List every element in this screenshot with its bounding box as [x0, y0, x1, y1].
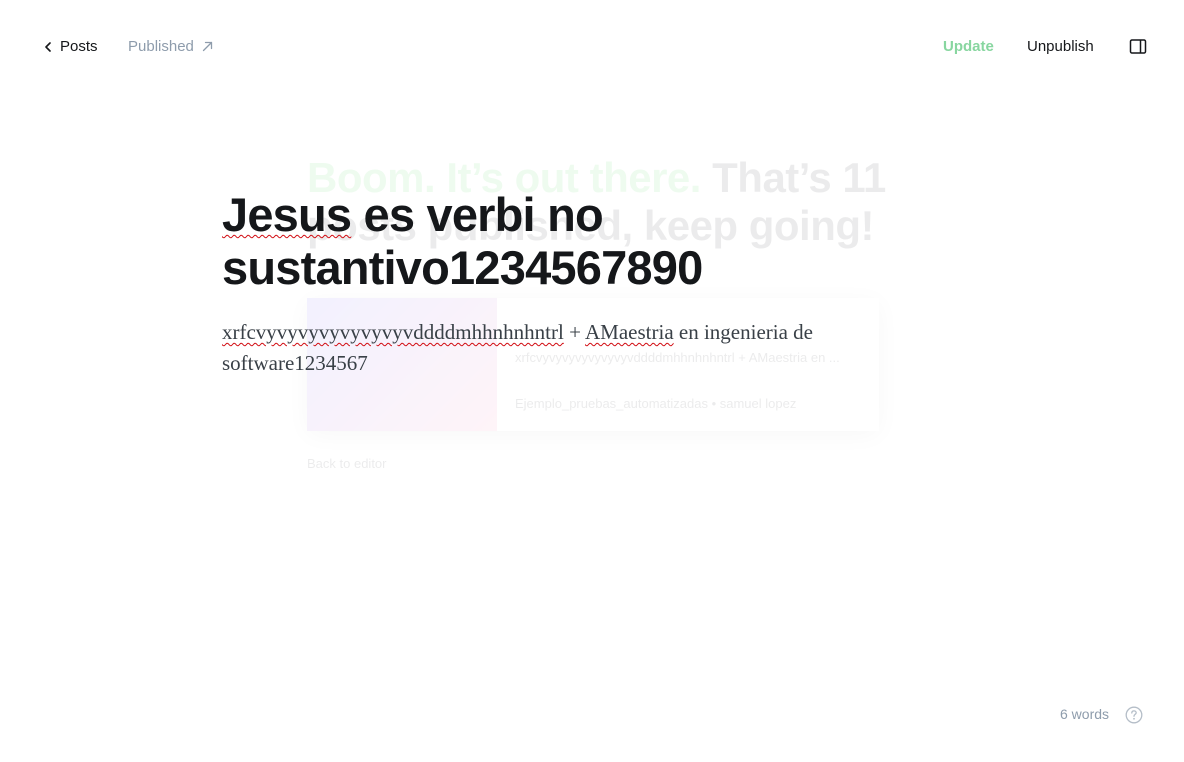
back-to-editor-link: Back to editor [307, 456, 387, 471]
post-body[interactable]: xrfcvyvyvyvyvyvyvyvddddmhhnhnhntrl + AMa… [222, 317, 862, 379]
title-line2: sustantivo1234567890 [222, 241, 703, 294]
update-button[interactable]: Update [943, 38, 994, 55]
arrow-up-right-icon [202, 41, 213, 52]
status-label: Published [128, 38, 194, 55]
published-status-link[interactable]: Published [128, 38, 213, 55]
word-count: 6 words [1060, 706, 1110, 722]
body-text-mid: + [563, 320, 585, 344]
editor-topbar: Posts Published Update Unpublish [0, 0, 1184, 94]
title-misspelled-word: Jesus [222, 188, 352, 241]
question-circle-icon[interactable] [1125, 706, 1143, 724]
post-editor: Jesus es verbi no sustantivo1234567890 x… [222, 188, 882, 379]
body-misspelled-word-2: AMaestria [585, 320, 674, 344]
back-to-posts-link[interactable]: Posts [44, 38, 98, 55]
unpublish-button[interactable]: Unpublish [1027, 38, 1094, 55]
back-label: Posts [60, 38, 98, 55]
body-misspelled-word-1: xrfcvyvyvyvyvyvyvyvddddmhhnhnhntrl [222, 320, 564, 344]
title-line1-rest: es verbi no [351, 188, 604, 241]
sidebar-panel-icon[interactable] [1129, 38, 1147, 56]
post-preview-meta: Ejemplo_pruebas_automatizadas • samuel l… [515, 396, 797, 411]
post-title[interactable]: Jesus es verbi no sustantivo1234567890 [222, 188, 882, 294]
chevron-left-icon [45, 41, 51, 52]
